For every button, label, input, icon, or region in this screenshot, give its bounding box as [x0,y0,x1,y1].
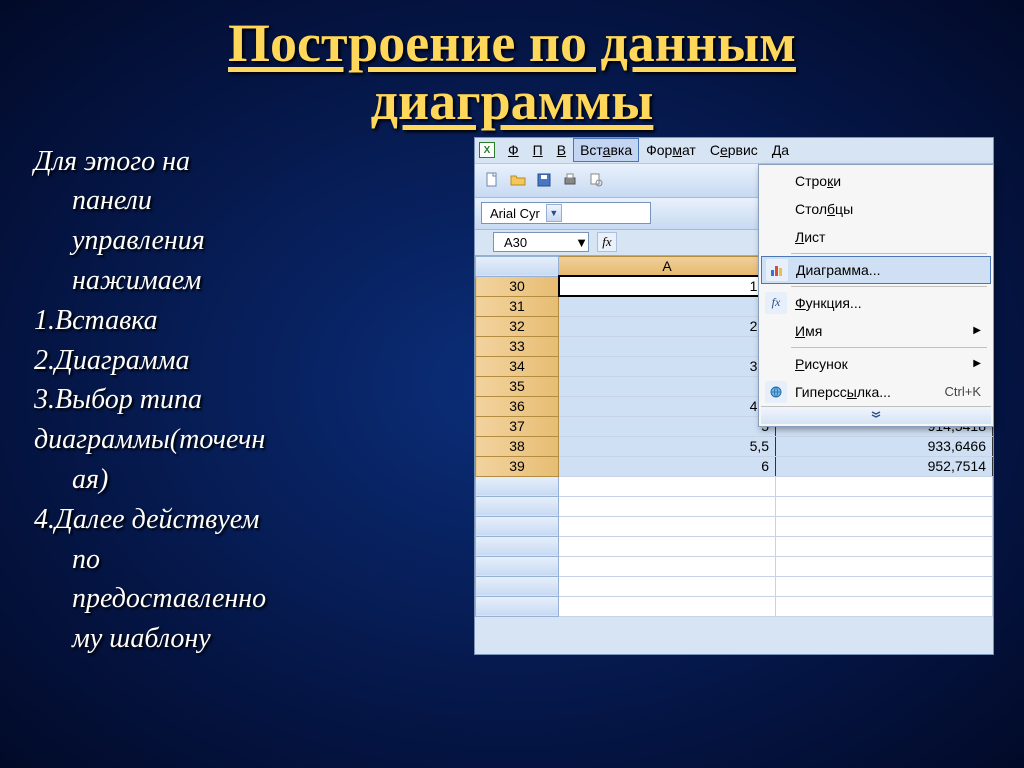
row-header[interactable] [476,496,559,516]
menu-item-rows[interactable]: Строки [761,167,991,195]
row-header[interactable]: 31 [476,296,559,316]
row-header[interactable]: 32 [476,316,559,336]
cell[interactable] [559,516,776,536]
menu-edit[interactable]: П [526,138,550,162]
shortcut-label: Ctrl+K [945,384,981,399]
cell[interactable] [559,576,776,596]
cell[interactable]: 5 [559,416,776,436]
fx-icon: fx [765,292,787,314]
cell[interactable] [776,476,993,496]
blank-icon [765,353,787,375]
row-header[interactable]: 34 [476,356,559,376]
cell[interactable] [776,576,993,596]
cell[interactable] [559,556,776,576]
expand-menu-button[interactable] [761,406,991,424]
menu-item-picture[interactable]: Рисунок ▶ [761,350,991,378]
cell[interactable]: 5,5 [559,436,776,456]
menu-item-columns[interactable]: Столбцы [761,195,991,223]
menu-separator [791,286,987,287]
row-header[interactable]: 35 [476,376,559,396]
row-header[interactable] [476,576,559,596]
row-header[interactable] [476,556,559,576]
row-header[interactable]: 38 [476,436,559,456]
cell[interactable]: 4 [559,376,776,396]
menu-view[interactable]: В [550,138,573,162]
fx-button[interactable]: fx [597,232,617,252]
chart-icon [766,259,788,281]
blank-icon [765,198,787,220]
menu-format[interactable]: Формат [639,138,703,162]
cell[interactable] [776,556,993,576]
menu-item-chart[interactable]: Диаграмма... [761,256,991,284]
menu-item-function[interactable]: fx Функция... [761,289,991,317]
cell[interactable] [559,476,776,496]
cell[interactable]: 3 [559,336,776,356]
menu-insert[interactable]: Вставка [573,138,639,162]
cell[interactable]: 4,5 [559,396,776,416]
submenu-arrow-icon: ▶ [973,325,981,336]
row-header[interactable]: 37 [476,416,559,436]
row-header[interactable] [476,596,559,616]
cell[interactable]: 1,5 [559,276,776,296]
row-header[interactable] [476,476,559,496]
cell[interactable] [776,536,993,556]
cell[interactable] [559,536,776,556]
blank-icon [765,226,787,248]
col-header-a[interactable]: A [559,256,776,276]
menubar: X Ф П В Вставка Формат Сервис Да [475,138,993,164]
menu-file[interactable]: Ф [501,138,526,162]
excel-app-icon: X [479,142,495,158]
print-preview-icon[interactable] [585,169,607,191]
cell[interactable]: 952,7514 [776,456,993,476]
cell[interactable] [776,516,993,536]
menu-item-sheet[interactable]: Лист [761,223,991,251]
open-folder-icon[interactable] [507,169,529,191]
cell[interactable] [559,596,776,616]
blank-icon [765,170,787,192]
menu-item-name[interactable]: Имя ▶ [761,317,991,345]
excel-window: X Ф П В Вставка Формат Сервис Да Arial C… [474,137,994,655]
cell[interactable]: 6 [559,456,776,476]
cell[interactable] [776,496,993,516]
row-header[interactable]: 39 [476,456,559,476]
insert-menu-dropdown: Строки Столбцы Лист Диаграмма... [758,164,994,427]
menu-data[interactable]: Да [765,138,796,162]
menu-item-hyperlink[interactable]: Гиперссылка... Ctrl+K [761,378,991,406]
chevron-down-icon: ▼ [546,204,562,222]
cell[interactable]: 2 [559,296,776,316]
cell[interactable] [776,596,993,616]
new-file-icon[interactable] [481,169,503,191]
menu-tools[interactable]: Сервис [703,138,765,162]
chevron-down-icon: ▼ [575,235,588,250]
row-header[interactable] [476,516,559,536]
blank-icon [765,320,787,342]
slide-body-text: Для этого на панели управления нажимаем … [34,137,464,660]
menu-separator [791,253,987,254]
cell[interactable] [559,496,776,516]
globe-link-icon [765,381,787,403]
menu-separator [791,347,987,348]
print-icon[interactable] [559,169,581,191]
row-header[interactable]: 30 [476,276,559,296]
row-header[interactable]: 36 [476,396,559,416]
name-box[interactable]: A30 ▼ [493,232,589,252]
save-icon[interactable] [533,169,555,191]
row-header[interactable] [476,536,559,556]
row-header[interactable]: 33 [476,336,559,356]
font-combo[interactable]: Arial Cyr ▼ [481,202,651,224]
slide-title: Построение по данным диаграммы [0,0,1024,137]
select-all-corner[interactable] [476,256,559,276]
cell[interactable]: 2,5 [559,316,776,336]
cell[interactable]: 3,5 [559,356,776,376]
cell[interactable]: 933,6466 [776,436,993,456]
submenu-arrow-icon: ▶ [973,358,981,369]
